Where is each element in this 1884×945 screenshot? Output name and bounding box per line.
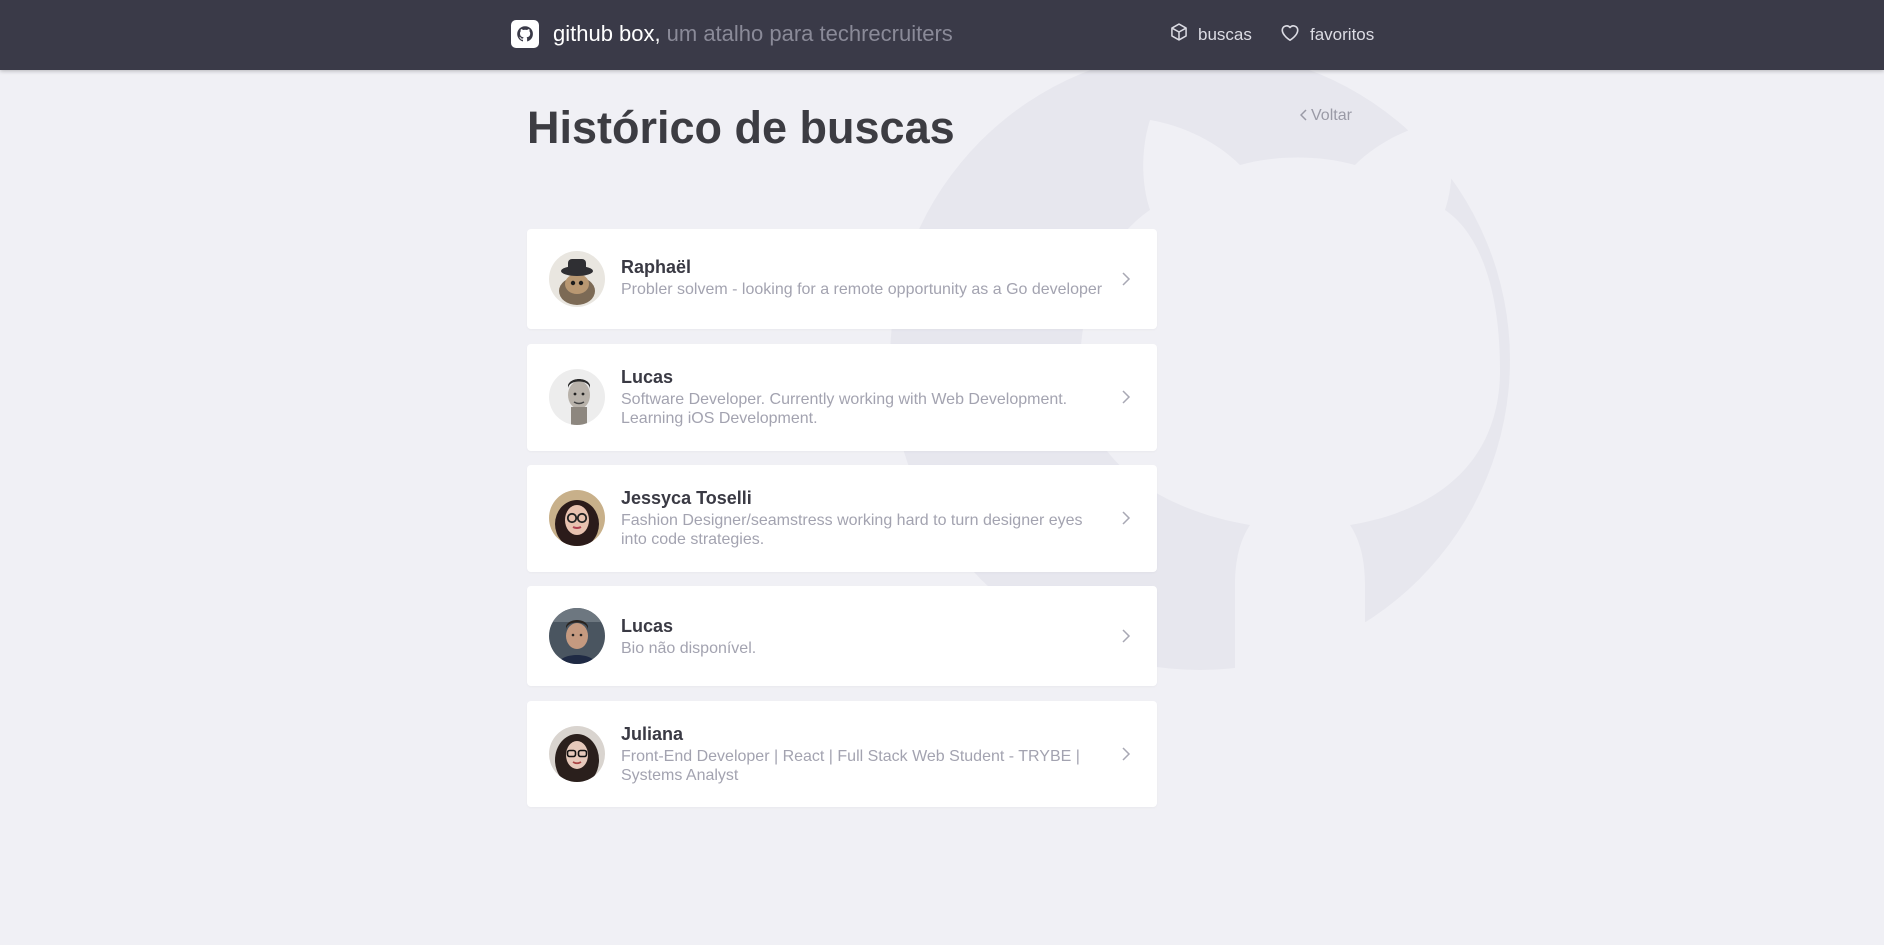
user-name: Lucas xyxy=(621,616,674,636)
history-item-text: Raphaël Probler solvem - looking for a r… xyxy=(621,256,1111,299)
user-bio: Front-End Developer | React | Full Stack… xyxy=(621,748,1080,784)
history-item[interactable]: Juliana Front-End Developer | React | Fu… xyxy=(527,701,1157,807)
history-item[interactable]: Lucas Software Developer. Currently work… xyxy=(527,344,1157,451)
avatar xyxy=(549,726,605,782)
page-title: Histórico de buscas xyxy=(527,102,955,153)
avatar xyxy=(549,369,605,425)
avatar xyxy=(549,608,605,664)
user-name: Lucas xyxy=(621,367,674,387)
brand-tagline: um atalho para techrecruiters xyxy=(666,21,953,46)
user-bio: Fashion Designer/seamstress working hard… xyxy=(621,512,1083,548)
history-item[interactable]: Jessyca Toselli Fashion Designer/seamstr… xyxy=(527,465,1157,572)
user-bio: Probler solvem - looking for a remote op… xyxy=(621,281,1103,298)
nav-favoritos-link[interactable]: favoritos xyxy=(1279,22,1374,47)
chevron-right-icon xyxy=(1122,747,1131,761)
history-item-text: Lucas Bio não disponível. xyxy=(621,615,1111,658)
avatar xyxy=(549,490,605,546)
nav-buscas-link[interactable]: buscas xyxy=(1169,22,1252,47)
heart-icon xyxy=(1279,22,1310,47)
github-icon xyxy=(511,20,539,48)
user-bio: Software Developer. Currently working wi… xyxy=(621,391,1068,427)
cube-icon xyxy=(1169,22,1198,47)
avatar xyxy=(549,251,605,307)
back-link[interactable]: Voltar xyxy=(1299,107,1352,125)
user-name: Juliana xyxy=(621,724,684,744)
history-item[interactable]: Lucas Bio não disponível. xyxy=(527,586,1157,686)
back-label: Voltar xyxy=(1311,107,1352,124)
history-item-text: Lucas Software Developer. Currently work… xyxy=(621,366,1111,428)
nav-favoritos-label: favoritos xyxy=(1310,24,1375,44)
history-item[interactable]: Raphaël Probler solvem - looking for a r… xyxy=(527,229,1157,329)
chevron-left-icon xyxy=(1299,108,1307,124)
top-header: github box, um atalho para techrecruiter… xyxy=(0,0,1884,70)
nav-buscas-label: buscas xyxy=(1198,24,1252,44)
chevron-right-icon xyxy=(1122,390,1131,404)
chevron-right-icon xyxy=(1122,629,1131,643)
chevron-right-icon xyxy=(1122,272,1131,286)
brand[interactable]: github box, um atalho para techrecruiter… xyxy=(511,18,953,50)
user-bio: Bio não disponível. xyxy=(621,640,757,657)
brand-name: github box, xyxy=(553,21,661,46)
history-item-text: Jessyca Toselli Fashion Designer/seamstr… xyxy=(621,487,1111,549)
chevron-right-icon xyxy=(1122,511,1131,525)
user-name: Raphaël xyxy=(621,257,692,277)
history-item-text: Juliana Front-End Developer | React | Fu… xyxy=(621,723,1111,785)
user-name: Jessyca Toselli xyxy=(621,488,752,508)
